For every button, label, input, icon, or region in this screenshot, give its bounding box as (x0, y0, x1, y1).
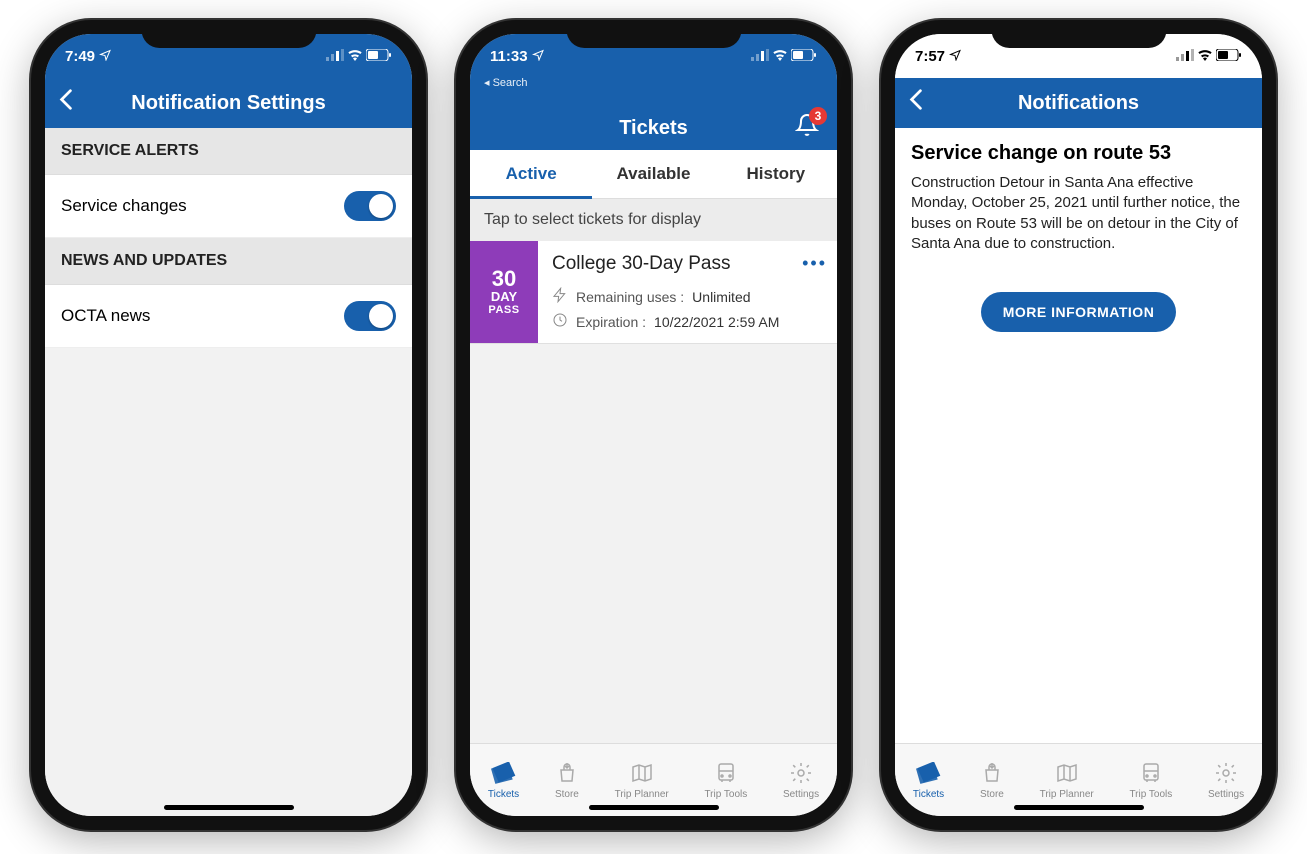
wifi-icon (1197, 48, 1213, 65)
tab-active[interactable]: Active (470, 150, 592, 198)
home-indicator[interactable] (164, 805, 294, 810)
nav-settings[interactable]: Settings (1208, 760, 1244, 800)
toggle-service-changes[interactable] (344, 191, 396, 221)
cellular-icon (326, 48, 344, 65)
nav-store[interactable]: Store (555, 760, 579, 800)
row-label: Service changes (61, 196, 187, 216)
notch (566, 20, 741, 48)
header: Notifications (895, 78, 1262, 128)
nav-trip-planner[interactable]: Trip Planner (1040, 760, 1094, 800)
tickets-icon (491, 760, 517, 786)
store-icon (555, 760, 579, 786)
ticket-title: College 30-Day Pass (552, 253, 823, 275)
uses-label: Remaining uses : (576, 289, 684, 305)
notifications-button[interactable]: 3 (795, 113, 819, 142)
store-icon (980, 760, 1004, 786)
toggle-octa-news[interactable] (344, 301, 396, 331)
nav-label: Trip Planner (1040, 789, 1094, 800)
battery-icon (1216, 48, 1242, 65)
section-header-alerts: SERVICE ALERTS (45, 128, 412, 175)
bus-icon (714, 760, 738, 786)
nav-label: Store (555, 789, 579, 800)
row-label: OCTA news (61, 306, 150, 326)
tab-history[interactable]: History (715, 150, 837, 198)
status-time: 11:33 (490, 48, 528, 65)
ticket-badge-pass: PASS (488, 304, 519, 316)
section-header-news: NEWS AND UPDATES (45, 238, 412, 285)
back-button[interactable] (59, 89, 73, 118)
notch (141, 20, 316, 48)
battery-icon (791, 48, 817, 65)
tabs: Active Available History (470, 150, 837, 199)
nav-trip-tools[interactable]: Trip Tools (1129, 760, 1172, 800)
notch (991, 20, 1166, 48)
nav-label: Trip Planner (615, 789, 669, 800)
map-icon (1055, 760, 1079, 786)
nav-tickets[interactable]: Tickets (488, 760, 519, 800)
notification-badge: 3 (809, 107, 827, 125)
hint-text: Tap to select tickets for display (470, 199, 837, 241)
location-arrow-icon (949, 48, 961, 65)
status-time: 7:57 (915, 48, 945, 65)
nav-trip-planner[interactable]: Trip Planner (615, 760, 669, 800)
row-service-changes: Service changes (45, 175, 412, 238)
nav-label: Settings (1208, 789, 1244, 800)
row-octa-news: OCTA news (45, 285, 412, 348)
wifi-icon (347, 48, 363, 65)
phone-mock-2: 11:33 ◂ Search Tickets 3 Active Availabl… (456, 20, 851, 830)
more-information-button[interactable]: MORE INFORMATION (981, 292, 1177, 332)
status-time: 7:49 (65, 48, 95, 65)
uses-value: Unlimited (692, 289, 750, 305)
nav-settings[interactable]: Settings (783, 760, 819, 800)
nav-label: Trip Tools (1129, 789, 1172, 800)
gear-icon (1214, 760, 1238, 786)
nav-store[interactable]: Store (980, 760, 1004, 800)
expiration-value: 10/22/2021 2:59 AM (654, 314, 779, 330)
ticket-card[interactable]: 30 DAY PASS College 30-Day Pass ••• Rema… (470, 241, 837, 344)
nav-tickets[interactable]: Tickets (913, 760, 944, 800)
nav-label: Store (980, 789, 1004, 800)
nav-trip-tools[interactable]: Trip Tools (704, 760, 747, 800)
nav-label: Tickets (488, 789, 519, 800)
uses-icon (552, 287, 568, 306)
expiration-label: Expiration : (576, 314, 646, 330)
header: Notification Settings (45, 78, 412, 128)
ticket-badge-day: DAY (491, 290, 517, 304)
location-arrow-icon (532, 48, 544, 65)
tab-available[interactable]: Available (592, 150, 714, 198)
location-arrow-icon (99, 48, 111, 65)
nav-label: Settings (783, 789, 819, 800)
nav-label: Trip Tools (704, 789, 747, 800)
home-indicator[interactable] (589, 805, 719, 810)
battery-icon (366, 48, 392, 65)
breadcrumb-back-to-search[interactable]: ◂ Search (484, 76, 527, 89)
cellular-icon (1176, 48, 1194, 65)
map-icon (630, 760, 654, 786)
ticket-badge: 30 DAY PASS (470, 241, 538, 343)
tickets-icon (916, 760, 942, 786)
page-title: Notifications (1018, 92, 1139, 115)
clock-icon (552, 312, 568, 331)
wifi-icon (772, 48, 788, 65)
nav-label: Tickets (913, 789, 944, 800)
ticket-more-button[interactable]: ••• (802, 253, 827, 274)
gear-icon (789, 760, 813, 786)
phone-mock-1: 7:49 Notification Settings SERVICE ALERT… (31, 20, 426, 830)
page-title: Tickets (619, 117, 688, 140)
bus-icon (1139, 760, 1163, 786)
back-button[interactable] (909, 89, 923, 118)
home-indicator[interactable] (1014, 805, 1144, 810)
ticket-badge-number: 30 (492, 268, 516, 290)
phone-mock-3: 7:57 Notifications Service change on rou… (881, 20, 1276, 830)
cellular-icon (751, 48, 769, 65)
notification-body: Construction Detour in Santa Ana effecti… (895, 173, 1262, 274)
notification-title: Service change on route 53 (895, 128, 1262, 173)
page-title: Notification Settings (131, 92, 325, 115)
